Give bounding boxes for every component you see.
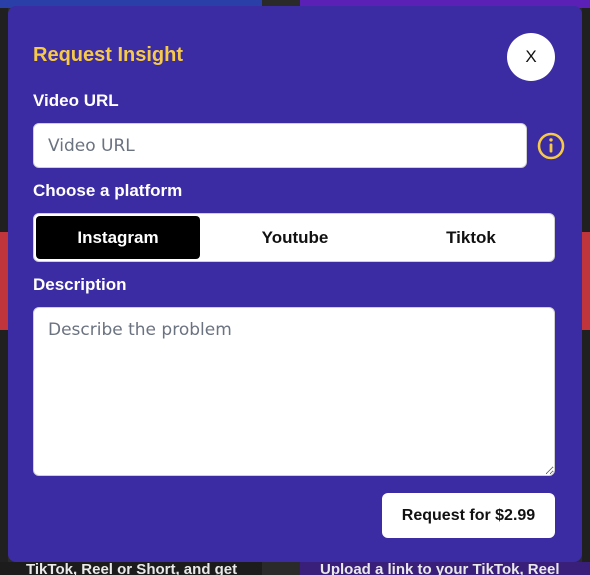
background-card-text: TikTok, Reel or Short, and get: [26, 561, 238, 575]
info-icon[interactable]: [537, 132, 565, 160]
background-card: [582, 232, 590, 330]
video-url-label: Video URL: [33, 91, 119, 110]
close-button[interactable]: X: [507, 33, 555, 81]
platform-selector: Instagram Youtube Tiktok: [33, 213, 555, 262]
platform-option-tiktok[interactable]: Tiktok: [390, 216, 552, 259]
description-textarea[interactable]: [33, 307, 555, 476]
platform-option-youtube[interactable]: Youtube: [200, 216, 390, 259]
platform-option-instagram[interactable]: Instagram: [36, 216, 200, 259]
platform-label: Choose a platform: [33, 181, 183, 200]
background-card-text: Upload a link to your TikTok, Reel: [320, 561, 560, 575]
video-url-input[interactable]: [33, 123, 527, 168]
request-submit-button[interactable]: Request for $2.99: [382, 493, 555, 538]
description-label: Description: [33, 275, 127, 294]
background-card: [0, 232, 8, 330]
request-insight-modal: Request Insight X Video URL Choose a pla…: [8, 6, 582, 562]
modal-title: Request Insight: [33, 44, 184, 66]
